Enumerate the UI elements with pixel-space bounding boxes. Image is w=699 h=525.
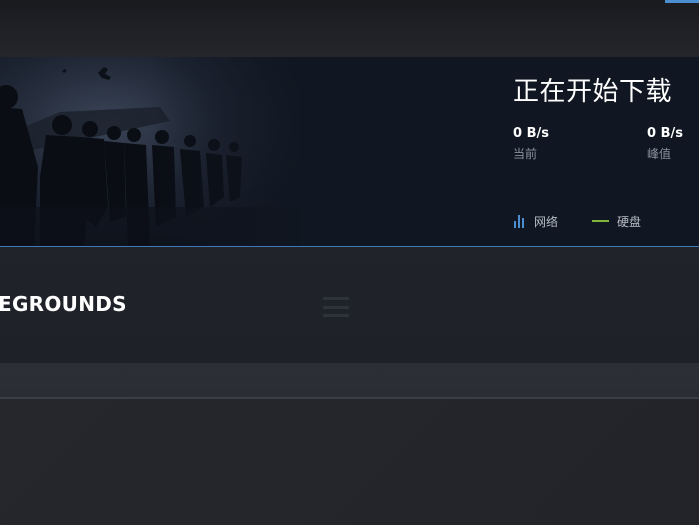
legend-disk-label: 硬盘	[617, 214, 642, 229]
peak-rate-label: 峰值	[647, 147, 672, 161]
banner-fade-overlay	[150, 57, 350, 246]
line-icon	[592, 220, 609, 222]
legend-network-label: 网络	[534, 214, 559, 229]
game-title: EGROUNDS	[0, 292, 127, 316]
download-status-title: 正在开始下载	[513, 77, 673, 107]
top-header-bar	[0, 0, 699, 57]
drag-handle-icon[interactable]	[323, 297, 349, 317]
current-rate-label: 当前	[513, 147, 538, 161]
legend-network[interactable]: 网络	[514, 212, 558, 230]
download-queue-area	[0, 399, 699, 525]
header-accent-strip	[665, 0, 699, 3]
queue-section-header	[0, 363, 699, 398]
bar-chart-icon	[514, 214, 526, 228]
peak-rate-value: 0 B/s	[647, 126, 683, 141]
legend-disk[interactable]: 硬盘	[592, 212, 641, 230]
current-rate-value: 0 B/s	[513, 126, 549, 141]
